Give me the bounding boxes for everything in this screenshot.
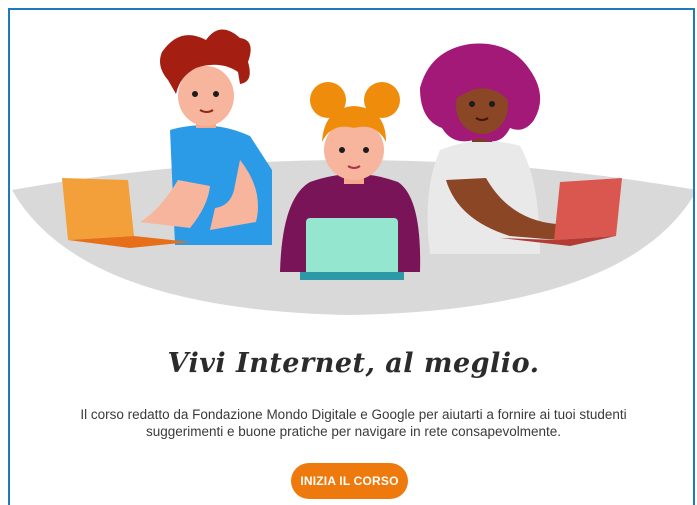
person-boy [140, 29, 272, 245]
start-course-button[interactable]: INIZIA IL CORSO [291, 463, 408, 499]
page-title: Vivi Internet, al meglio. [167, 348, 540, 379]
laptop-teal [300, 218, 404, 280]
course-description: Il corso redatto da Fondazione Mondo Dig… [80, 407, 627, 439]
content-frame: Vivi Internet, al meglio. Il corso redat… [8, 8, 695, 505]
hero-illustration [12, 29, 693, 315]
person-woman [420, 43, 558, 254]
